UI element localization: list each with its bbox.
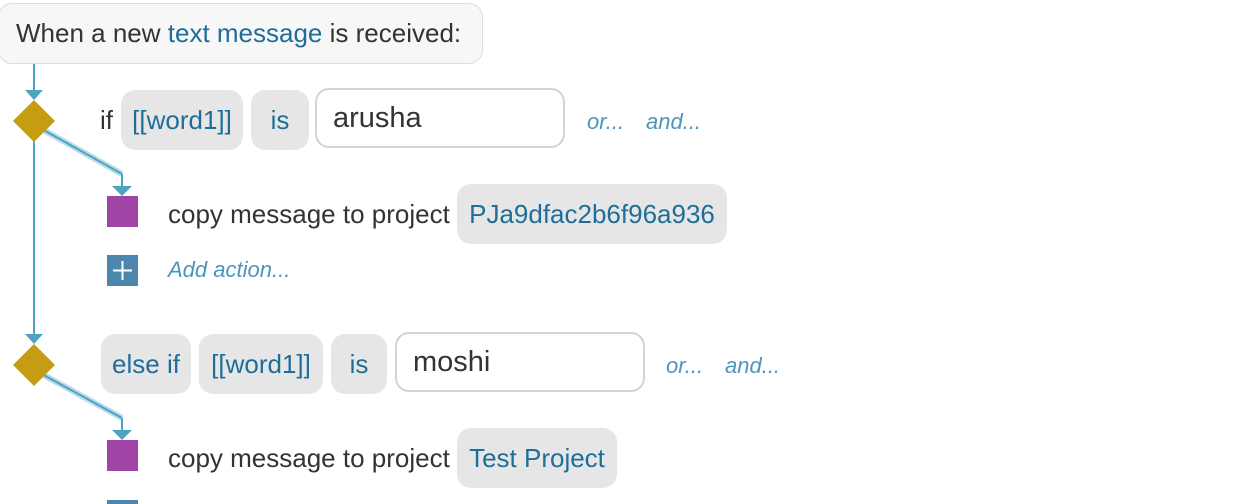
add-action-button[interactable] (107, 255, 138, 286)
add-action-link[interactable]: Add action... (168, 257, 290, 283)
else-if-pill[interactable]: else if (101, 334, 191, 394)
or-link[interactable]: or... (666, 353, 703, 379)
add-action-button[interactable] (107, 500, 138, 504)
or-link[interactable]: or... (587, 109, 624, 135)
plus-icon (113, 261, 132, 280)
action-square-icon (107, 440, 138, 471)
action-square-icon (107, 196, 138, 227)
and-link[interactable]: and... (725, 353, 780, 379)
action-text: copy message to project (168, 199, 450, 229)
if-keyword: if (100, 105, 113, 135)
variable-pill[interactable]: [[word1]] (121, 90, 243, 150)
trigger-event-link[interactable]: text message (168, 18, 323, 48)
arrow-down-icon (25, 90, 43, 100)
project-pill[interactable]: PJa9dfac2b6f96a936 (457, 184, 727, 244)
variable-pill[interactable]: [[word1]] (199, 334, 323, 394)
trigger-box: When a new text message is received: (0, 3, 483, 64)
and-link[interactable]: and... (646, 109, 701, 135)
flow-connectors (13, 64, 132, 440)
arrow-down-icon (25, 334, 43, 344)
project-pill[interactable]: Test Project (457, 428, 617, 488)
trigger-prefix: When a new (16, 18, 161, 48)
operator-pill[interactable]: is (251, 90, 309, 150)
condition-value-input[interactable] (315, 88, 565, 148)
arrow-down-icon (112, 430, 132, 440)
arrow-down-icon (112, 186, 132, 196)
operator-pill[interactable]: is (331, 334, 387, 394)
condition-value-input[interactable] (395, 332, 645, 392)
trigger-suffix: is received: (329, 18, 462, 48)
action-text: copy message to project (168, 443, 450, 473)
